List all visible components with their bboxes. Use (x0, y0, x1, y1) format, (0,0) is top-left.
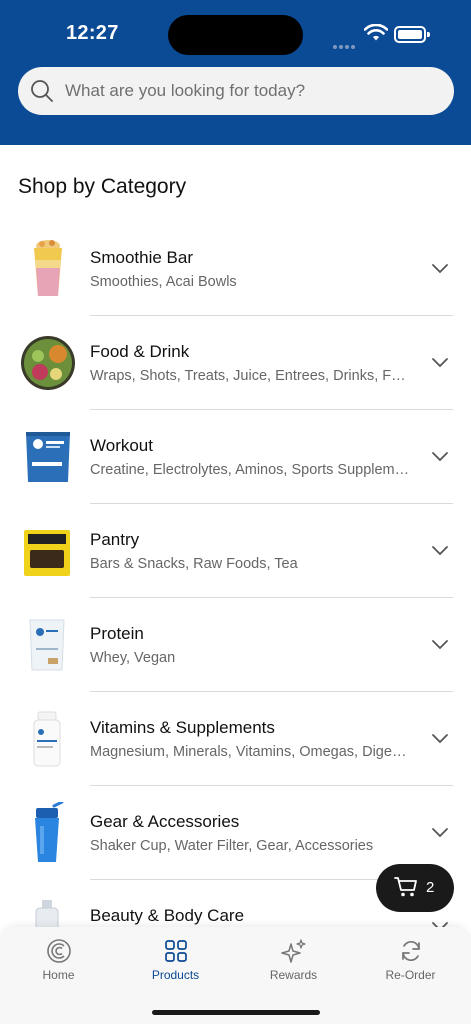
tab-label: Re-Order (385, 968, 436, 982)
chevron-down-icon[interactable] (431, 263, 449, 275)
category-title: Food & Drink (90, 342, 190, 361)
category-subtitle: Whey, Vegan (90, 650, 176, 666)
category-title: Smoothie Bar (90, 248, 193, 267)
category-subtitle: Bars & Snacks, Raw Foods, Tea (90, 556, 298, 572)
cart-button[interactable]: 2 (376, 864, 454, 912)
category-row-food-drink[interactable]: Food & Drink Wraps, Shots, Treats, Juice… (0, 332, 471, 426)
wifi-icon (364, 24, 388, 41)
search-input[interactable]: What are you looking for today? (65, 81, 305, 101)
refresh-icon (402, 940, 420, 962)
divider (90, 785, 453, 786)
dynamic-island (168, 15, 303, 55)
category-title: Workout (90, 436, 153, 455)
tab-label: Products (151, 968, 200, 982)
header: 12:27 What are you looking for today? (0, 0, 471, 145)
chevron-down-icon[interactable] (431, 451, 449, 463)
section-title: Shop by Category (18, 175, 187, 198)
home-logo-icon (47, 939, 71, 963)
chevron-down-icon[interactable] (431, 639, 449, 651)
supplement-bottle-image (33, 711, 61, 767)
chevron-down-icon[interactable] (431, 357, 449, 369)
cellular-signal-icon (333, 36, 357, 54)
protein-pouch-image (29, 619, 65, 671)
divider (90, 503, 453, 504)
sparkle-icon (281, 939, 306, 963)
category-subtitle: Smoothies, Acai Bowls (90, 274, 237, 290)
tab-products[interactable]: Products (117, 927, 234, 997)
category-title: Protein (90, 624, 144, 643)
category-row-pantry[interactable]: Pantry Bars & Snacks, Raw Foods, Tea (0, 520, 471, 614)
category-row-protein[interactable]: Protein Whey, Vegan (0, 614, 471, 708)
category-subtitle: Shaker Cup, Water Filter, Gear, Accessor… (90, 838, 374, 854)
category-title: Vitamins & Supplements (90, 718, 275, 737)
chevron-down-icon[interactable] (431, 733, 449, 745)
divider (90, 597, 453, 598)
chevron-down-icon[interactable] (431, 545, 449, 557)
search-icon (31, 80, 53, 102)
divider (90, 691, 453, 692)
chevron-down-icon[interactable] (431, 827, 449, 839)
tab-home[interactable]: Home (0, 927, 117, 997)
shaker-bottle-image (35, 802, 64, 862)
category-row-vitamins-supplements[interactable]: Vitamins & Supplements Magnesium, Minera… (0, 708, 471, 802)
battery-icon (394, 26, 430, 43)
grid-icon (165, 940, 187, 962)
category-subtitle: Magnesium, Minerals, Vitamins, Omegas, D… (90, 744, 412, 760)
snack-bar-image (24, 530, 70, 576)
category-subtitle: Creatine, Electrolytes, Aminos, Sports S… (90, 462, 412, 478)
home-indicator (152, 1010, 320, 1015)
divider (90, 315, 453, 316)
status-time: 12:27 (66, 22, 119, 44)
tab-label: Rewards (269, 968, 318, 982)
search-bar[interactable]: What are you looking for today? (18, 67, 454, 115)
category-subtitle: Wraps, Shots, Treats, Juice, Entrees, Dr… (90, 368, 412, 384)
category-row-workout[interactable]: Workout Creatine, Electrolytes, Aminos, … (0, 426, 471, 520)
tab-reorder[interactable]: Re-Order (352, 927, 469, 997)
tab-rewards[interactable]: Rewards (235, 927, 352, 997)
category-title: Pantry (90, 530, 140, 549)
cart-icon (394, 877, 417, 897)
tab-label: Home (42, 968, 75, 982)
category-title: Beauty & Body Care (90, 906, 245, 925)
cart-count-badge: 2 (426, 879, 435, 896)
salad-bowl-image (21, 336, 75, 390)
divider (90, 409, 453, 410)
category-row-smoothie-bar[interactable]: Smoothie Bar Smoothies, Acai Bowls (0, 238, 471, 332)
category-title: Gear & Accessories (90, 812, 240, 831)
smoothie-cup-image (34, 240, 62, 296)
creatine-bag-image (26, 432, 70, 482)
